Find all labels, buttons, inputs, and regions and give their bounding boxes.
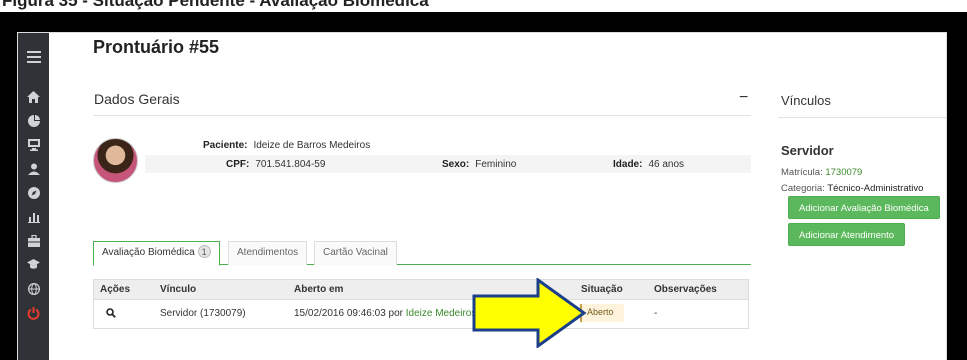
- column-header-observacoes[interactable]: Observações: [654, 280, 717, 300]
- cpf-field: CPF: 701.541.804-59: [226, 159, 325, 170]
- vinculo-cell: Servidor (1730079): [160, 308, 246, 319]
- cpf-value: 701.541.804-59: [255, 159, 326, 170]
- compass-icon[interactable]: [18, 187, 49, 202]
- tab-bar: Avaliação Biomédica 1 Atendimentos Cartão…: [93, 241, 751, 266]
- column-header-situacao[interactable]: Situação: [581, 280, 623, 300]
- add-atendimento-button[interactable]: Adicionar Atendimento: [788, 223, 906, 246]
- power-icon[interactable]: [18, 307, 49, 323]
- monitor-icon[interactable]: [18, 139, 49, 154]
- matricula-label: Matrícula:: [781, 167, 823, 178]
- app-window: Prontuário #55 Dados Gerais − Paciente: I…: [17, 32, 947, 360]
- aberto-por-link[interactable]: Ideize Medeiros: [406, 308, 477, 319]
- vinculos-divider: [778, 117, 946, 118]
- table-row: Servidor (1730079) 15/02/2016 09:46:03 p…: [94, 300, 748, 328]
- tab-atendimentos[interactable]: Atendimentos: [228, 241, 308, 265]
- bar-chart-icon[interactable]: [18, 211, 49, 226]
- tab-cartao-vacinal[interactable]: Cartão Vacinal: [314, 241, 397, 265]
- column-header-vinculo[interactable]: Vínculo: [160, 280, 196, 300]
- tab-label: Cartão Vacinal: [323, 247, 388, 258]
- vinculos-title: Vínculos: [781, 93, 831, 108]
- search-icon[interactable]: [106, 300, 116, 328]
- pie-chart-icon[interactable]: [18, 115, 49, 130]
- vinculo-tipo: Servidor: [781, 143, 834, 158]
- figure-caption-text: Figura 35 - Situação Pendente - Avaliaçã…: [2, 0, 429, 10]
- section-divider: [93, 115, 751, 116]
- collapse-button[interactable]: −: [739, 89, 748, 107]
- paciente-value: Ideize de Barros Medeiros: [253, 140, 371, 151]
- categoria-label: Categoria:: [781, 183, 825, 194]
- idade-field: Idade: 46 anos: [613, 159, 684, 170]
- sexo-label: Sexo:: [442, 159, 470, 170]
- idade-label: Idade:: [613, 159, 643, 170]
- highlight-arrow-icon: [472, 278, 587, 348]
- idade-value: 46 anos: [648, 159, 685, 170]
- aberto-em-cell: 15/02/2016 09:46:03 por Ideize Medeiros: [294, 300, 476, 328]
- figure-caption: Figura 35 - Situação Pendente - Avaliaçã…: [0, 0, 967, 12]
- globe-icon[interactable]: [18, 282, 49, 298]
- add-avaliacao-biomedica-button[interactable]: Adicionar Avaliação Biomédica: [788, 196, 940, 219]
- page-title: Prontuário #55: [93, 37, 220, 57]
- avatar: [93, 138, 138, 183]
- menu-icon[interactable]: [18, 51, 49, 66]
- screenshot-frame: Prontuário #55 Dados Gerais − Paciente: I…: [0, 12, 967, 360]
- graduation-cap-icon[interactable]: [18, 259, 49, 273]
- sexo-field: Sexo: Feminino: [442, 159, 516, 170]
- count-badge: 1: [197, 245, 211, 258]
- categoria-value: Técnico-Administrativo: [827, 183, 924, 194]
- matricula-value[interactable]: 1730079: [825, 167, 862, 178]
- paciente-field: Paciente: Ideize de Barros Medeiros: [203, 140, 370, 151]
- home-icon[interactable]: [18, 91, 49, 106]
- matricula-line: Matrícula: 1730079: [781, 167, 862, 178]
- cpf-label: CPF:: [226, 159, 250, 170]
- categoria-line: Categoria: Técnico-Administrativo: [781, 183, 923, 194]
- aberto-em-text: 15/02/2016 09:46:03 por: [294, 308, 403, 319]
- briefcase-icon[interactable]: [18, 234, 49, 250]
- tab-label: Atendimentos: [237, 247, 299, 258]
- table-header: Ações Vínculo Aberto em Situação Observa…: [94, 280, 748, 300]
- avaliacoes-table: Ações Vínculo Aberto em Situação Observa…: [93, 279, 749, 329]
- observacoes-cell: -: [654, 308, 658, 319]
- sexo-value: Feminino: [475, 159, 517, 170]
- column-header-acoes[interactable]: Ações: [100, 280, 130, 300]
- tab-label: Avaliação Biomédica: [102, 247, 195, 258]
- sidebar: [18, 33, 49, 360]
- dados-gerais-title: Dados Gerais: [94, 91, 180, 107]
- tab-avaliacao-biomedica[interactable]: Avaliação Biomédica 1: [93, 241, 220, 266]
- column-header-aberto-em[interactable]: Aberto em: [294, 280, 343, 300]
- user-icon[interactable]: [18, 163, 49, 178]
- paciente-label: Paciente:: [203, 140, 248, 151]
